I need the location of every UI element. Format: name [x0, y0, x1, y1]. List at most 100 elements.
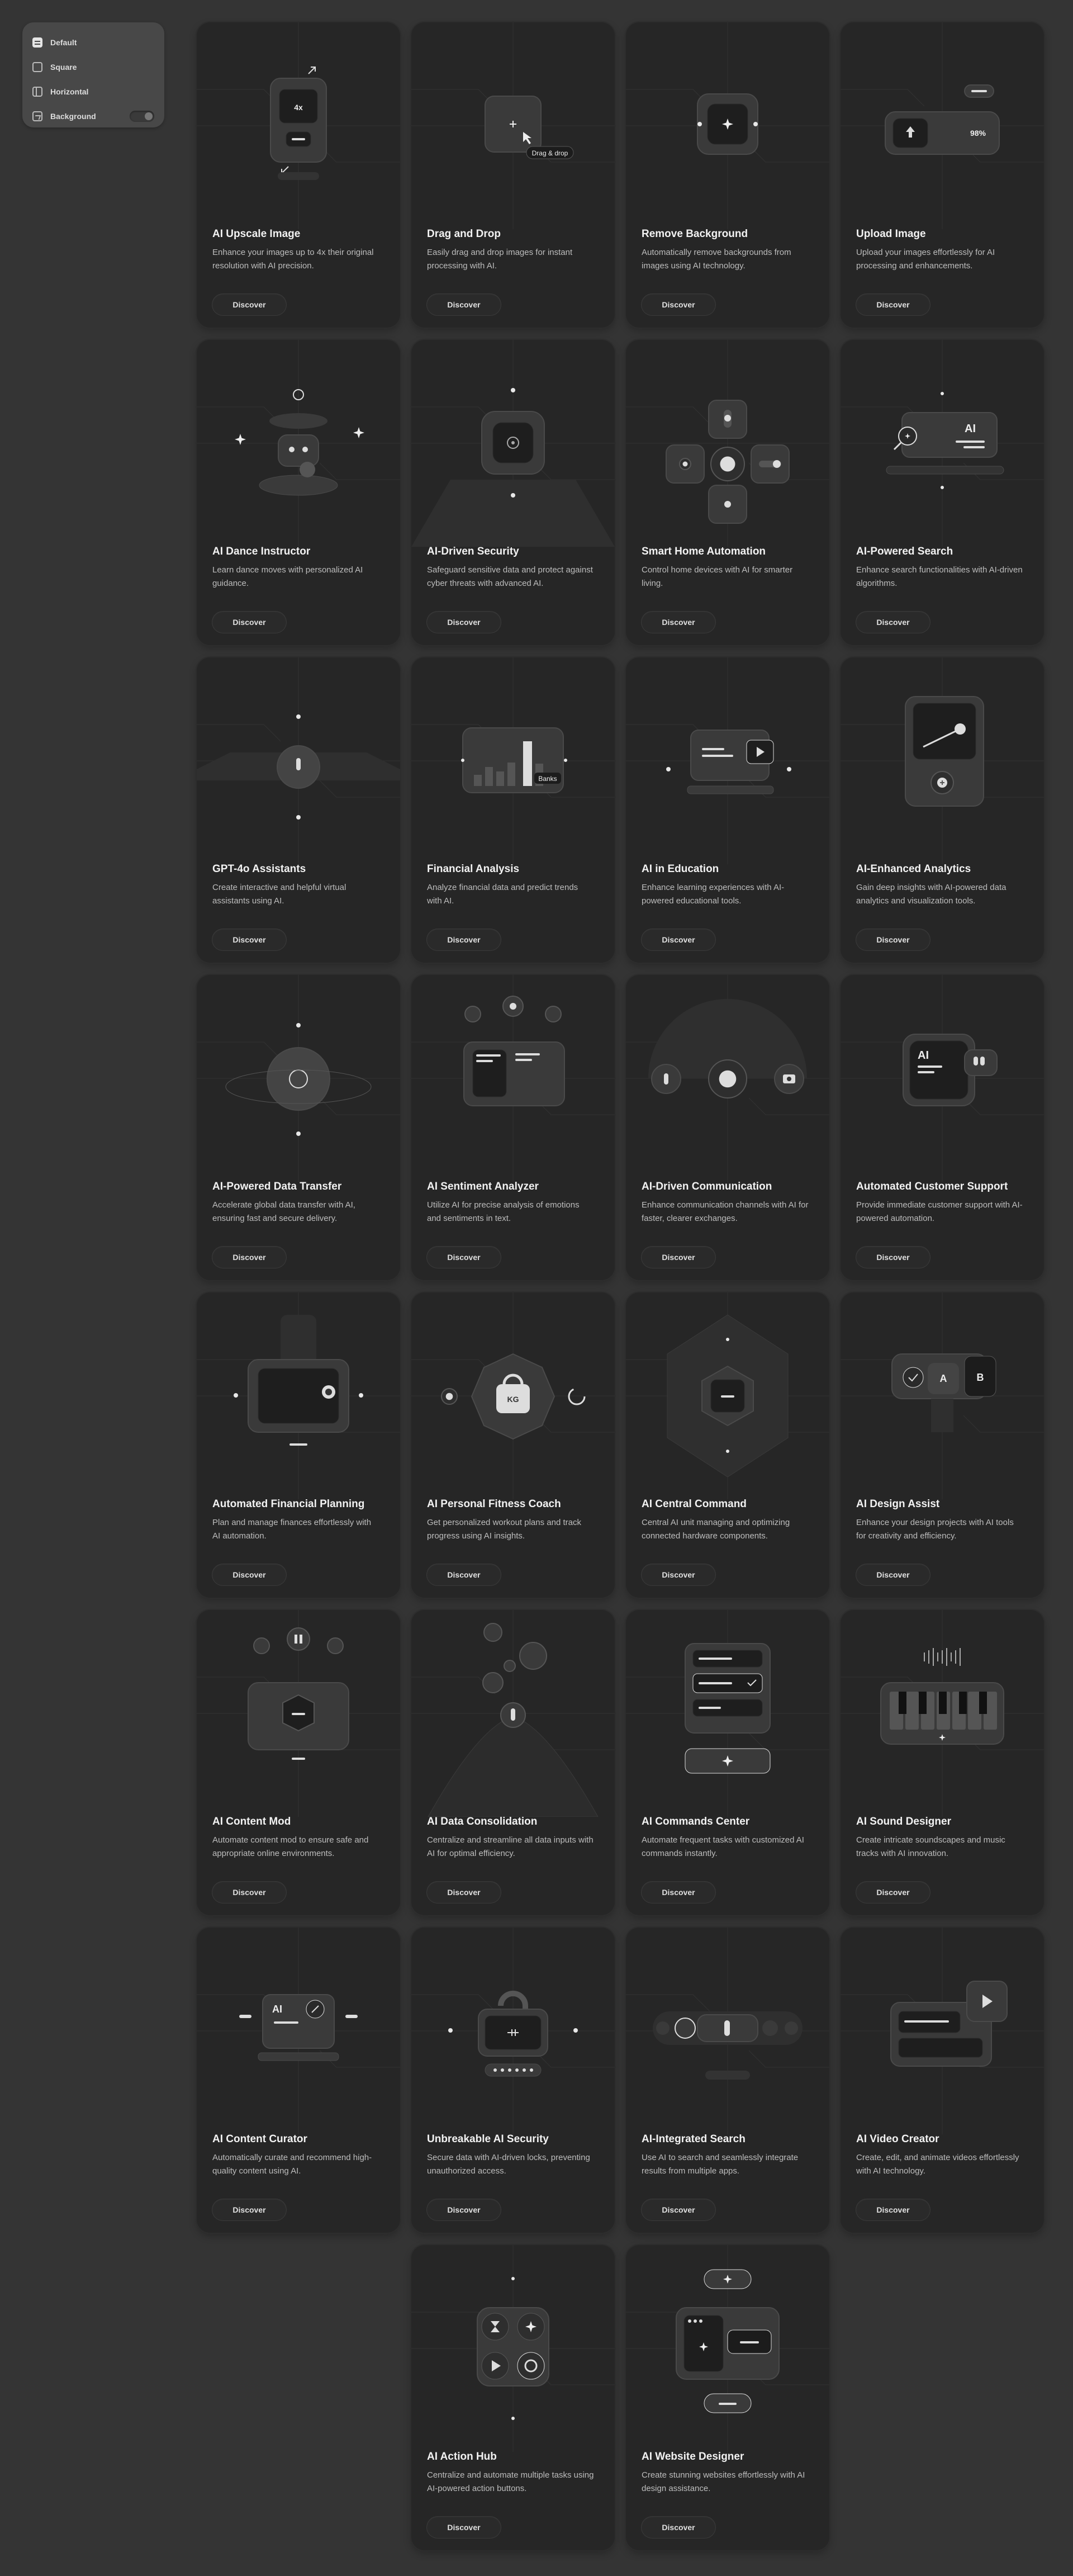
feature-card: AI-Powered Data Transfer Accelerate glob… [197, 975, 400, 1280]
discover-button[interactable]: Discover [427, 294, 501, 315]
discover-button[interactable]: Discover [427, 1247, 501, 1268]
design-illustration: AB [841, 1292, 1044, 1499]
card-description: Upload your images effortlessly for AI p… [856, 248, 995, 271]
card-description: Create intricate soundscapes and music t… [856, 1835, 1005, 1858]
discover-button[interactable]: Discover [642, 1882, 715, 1903]
option-label: Default [50, 38, 77, 47]
card-description: Create, edit, and animate videos effortl… [856, 2153, 1019, 2176]
feature-card: AI Video Creator Create, edit, and anima… [841, 1928, 1044, 2233]
dragdrop-illustration: Drag & drop [411, 22, 615, 229]
discover-button[interactable]: Discover [642, 2517, 715, 2538]
discover-button[interactable]: Discover [856, 294, 930, 315]
feature-card: AI AI-Powered Search Enhance search func… [841, 340, 1044, 645]
planning-illustration [197, 1292, 400, 1499]
discover-button[interactable]: Discover [856, 929, 930, 950]
feature-card: AI Action Hub Centralize and automate mu… [411, 2245, 615, 2550]
svg-text:Banks: Banks [538, 775, 557, 783]
option-background[interactable]: Background [32, 104, 154, 129]
layout-options-panel: Default Square Horizontal Background [22, 22, 164, 127]
image-icon [32, 111, 42, 121]
card-description: Control home devices with AI for smarter… [642, 565, 793, 588]
discover-button[interactable]: Discover [642, 2199, 715, 2220]
discover-button[interactable]: Discover [642, 929, 715, 950]
feature-card: Banks Financial Analysis Analyze financi… [411, 657, 615, 963]
transfer-illustration [197, 975, 400, 1182]
discover-button[interactable]: Discover [856, 2199, 930, 2220]
option-label: Background [50, 112, 96, 121]
discover-button[interactable]: Discover [427, 612, 501, 633]
discover-button[interactable]: Discover [642, 1564, 715, 1585]
card-title: Upload Image [856, 228, 926, 240]
discover-button[interactable]: Discover [642, 294, 715, 315]
svg-text:AI: AI [918, 1049, 929, 1062]
card-description: Enhance your design projects with AI too… [856, 1518, 1014, 1541]
discover-button[interactable]: Discover [212, 2199, 286, 2220]
card-description: Safeguard sensitive data and protect aga… [427, 565, 593, 588]
curator-illustration: AI [197, 1928, 400, 2134]
option-square[interactable]: Square [32, 55, 154, 79]
card-title: AI Commands Center [642, 1816, 750, 1827]
feature-card: 98% Upload Image Upload your images effo… [841, 22, 1044, 328]
discover-button[interactable]: Discover [212, 929, 286, 950]
svg-text:AI: AI [965, 423, 976, 435]
card-title: AI-Enhanced Analytics [856, 863, 971, 875]
card-title: AI Action Hub [427, 2451, 497, 2463]
discover-button[interactable]: Discover [212, 1247, 286, 1268]
feature-card: AI-Driven Security Safeguard sensitive d… [411, 340, 615, 645]
card-description: Learn dance moves with personalized AI g… [212, 565, 363, 588]
discover-button[interactable]: Discover [642, 1247, 715, 1268]
card-title: AI Dance Instructor [212, 546, 311, 557]
card-title: Smart Home Automation [642, 546, 766, 557]
discover-button[interactable]: Discover [427, 2199, 501, 2220]
central-illustration [626, 1292, 829, 1499]
card-description: Enhance search functionalities with AI-d… [856, 565, 1023, 588]
card-description: Easily drag and drop images for instant … [427, 248, 573, 271]
commands-illustration [626, 1610, 829, 1817]
actionhub-illustration [411, 2245, 615, 2452]
discover-button[interactable]: Discover [856, 1247, 930, 1268]
upload-illustration: 98% [841, 22, 1044, 229]
svg-text:AI: AI [272, 2004, 282, 2015]
square-icon [32, 62, 42, 72]
discover-button[interactable]: Discover [427, 1564, 501, 1585]
card-description: Accelerate global data transfer with AI,… [212, 1200, 355, 1223]
svg-text:KG: KG [507, 1395, 519, 1404]
svg-text:4x: 4x [294, 103, 303, 112]
card-title: AI Personal Fitness Coach [427, 1498, 561, 1510]
card-title: AI Content Mod [212, 1816, 291, 1827]
discover-button[interactable]: Discover [856, 1882, 930, 1903]
discover-button[interactable]: Discover [427, 1882, 501, 1903]
discover-button[interactable]: Discover [427, 2517, 501, 2538]
option-label: Square [50, 63, 77, 72]
discover-button[interactable]: Discover [856, 612, 930, 633]
card-description: Centralize and streamline all data input… [427, 1835, 594, 1858]
feature-card: AI Sentiment Analyzer Utilize AI for pre… [411, 975, 615, 1280]
card-title: GPT-4o Assistants [212, 863, 306, 875]
discover-button[interactable]: Discover [427, 929, 501, 950]
contentmod-illustration [197, 1610, 400, 1817]
sentiment-illustration [411, 975, 615, 1182]
background-toggle[interactable] [130, 111, 154, 122]
option-default[interactable]: Default [32, 30, 154, 55]
discover-button[interactable]: Discover [642, 612, 715, 633]
card-title: Financial Analysis [427, 863, 520, 875]
dance-illustration [197, 340, 400, 547]
discover-button[interactable]: Discover [212, 612, 286, 633]
horizontal-layout-icon [32, 87, 42, 97]
card-title: AI Content Curator [212, 2133, 307, 2145]
discover-button[interactable]: Discover [212, 1882, 286, 1903]
lock-illustration [411, 1928, 615, 2134]
discover-button[interactable]: Discover [212, 1564, 286, 1585]
card-title: AI Website Designer [642, 2451, 744, 2463]
discover-button[interactable]: Discover [212, 294, 286, 315]
card-title: AI Sentiment Analyzer [427, 1181, 539, 1192]
feature-card: Unbreakable AI Security Secure data with… [411, 1928, 615, 2233]
feature-card: AI in Education Enhance learning experie… [626, 657, 829, 963]
option-horizontal[interactable]: Horizontal [32, 79, 154, 104]
card-description: Provide immediate customer support with … [856, 1200, 1023, 1223]
card-description: Create stunning websites effortlessly wi… [642, 2470, 805, 2493]
list-icon [32, 37, 42, 48]
gpt-illustration [197, 657, 400, 864]
card-title: AI-Driven Security [427, 546, 519, 557]
discover-button[interactable]: Discover [856, 1564, 930, 1585]
